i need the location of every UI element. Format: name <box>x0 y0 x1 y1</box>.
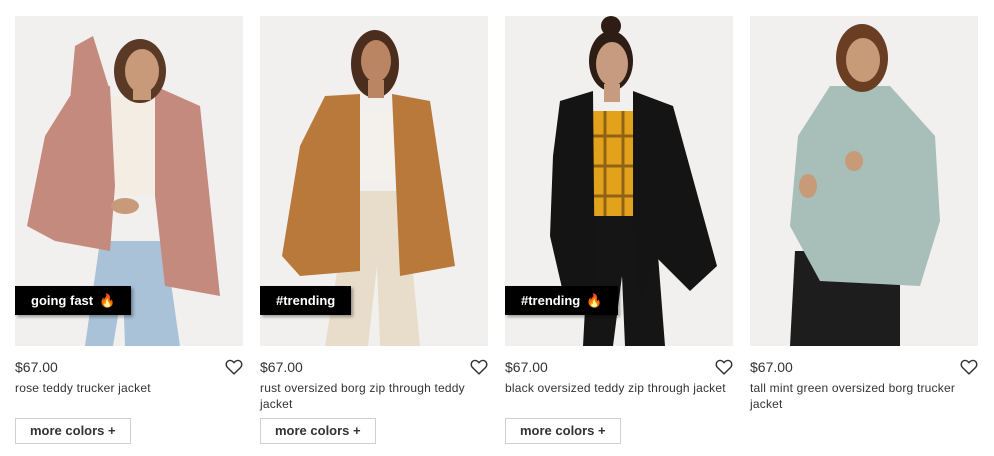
wishlist-heart-icon[interactable] <box>715 359 733 375</box>
price-row: $67.00 <box>260 358 488 376</box>
product-name-link[interactable]: black oversized teddy zip through jacket <box>505 380 733 412</box>
face-shape <box>596 42 628 86</box>
product-card: #trending $67.00 rust oversized borg zip… <box>260 16 488 444</box>
product-card: going fast 🔥 $67.00 rose teddy trucker ja… <box>15 16 243 444</box>
product-name-link[interactable]: rose teddy trucker jacket <box>15 380 243 412</box>
product-name-link[interactable]: rust oversized borg zip through teddy ja… <box>260 380 488 412</box>
wishlist-heart-icon[interactable] <box>470 359 488 375</box>
product-price: $67.00 <box>15 359 58 375</box>
hand-shape <box>799 174 817 198</box>
model-photo <box>750 16 978 346</box>
price-row: $67.00 <box>505 358 733 376</box>
more-colors-button[interactable]: more colors + <box>15 418 131 444</box>
product-image[interactable]: #trending <box>260 16 488 346</box>
product-image[interactable] <box>750 16 978 346</box>
wishlist-heart-icon[interactable] <box>960 359 978 375</box>
neck-shape <box>368 80 384 98</box>
top-shape <box>357 111 395 181</box>
price-row: $67.00 <box>750 358 978 376</box>
hand-shape <box>845 151 863 171</box>
product-name-link[interactable]: tall mint green oversized borg trucker j… <box>750 380 978 412</box>
product-card: $67.00 tall mint green oversized borg tr… <box>750 16 978 412</box>
status-badge: #trending <box>260 286 352 315</box>
price-row: $67.00 <box>15 358 243 376</box>
product-price: $67.00 <box>750 359 793 375</box>
badge-text: going fast <box>31 293 94 308</box>
product-card: #trending 🔥 $67.00 black oversized teddy … <box>505 16 733 444</box>
wishlist-heart-icon[interactable] <box>225 359 243 375</box>
status-badge: #trending 🔥 <box>505 286 619 315</box>
badge-text: #trending <box>276 293 336 308</box>
flame-icon: 🔥 <box>99 293 116 308</box>
product-image[interactable]: #trending 🔥 <box>505 16 733 346</box>
product-price: $67.00 <box>505 359 548 375</box>
face-shape <box>361 40 391 82</box>
midriff-shape <box>111 198 139 214</box>
face-shape <box>846 38 880 82</box>
neck-shape <box>133 90 151 100</box>
more-colors-button[interactable]: more colors + <box>505 418 621 444</box>
product-grid: going fast 🔥 $67.00 rose teddy trucker ja… <box>0 0 994 456</box>
more-colors-button[interactable]: more colors + <box>260 418 376 444</box>
status-badge: going fast 🔥 <box>15 286 132 315</box>
flame-icon: 🔥 <box>586 293 603 308</box>
product-image[interactable]: going fast 🔥 <box>15 16 243 346</box>
product-price: $67.00 <box>260 359 303 375</box>
neck-shape <box>604 84 620 102</box>
badge-text: #trending <box>521 293 581 308</box>
top-shape <box>590 111 638 216</box>
face-shape <box>125 49 159 93</box>
